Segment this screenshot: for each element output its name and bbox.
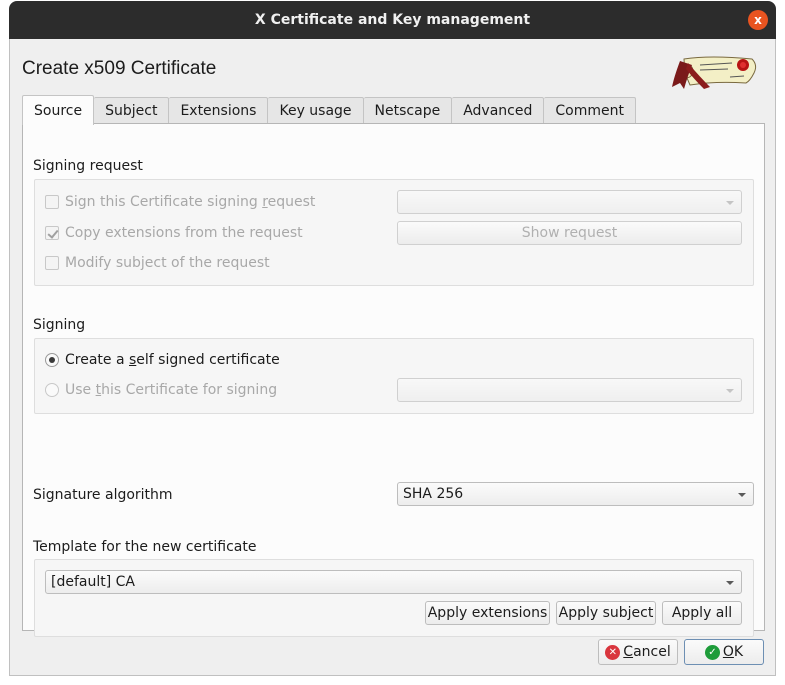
use-cert-radio[interactable] [45, 383, 59, 397]
template-value: [default] CA [51, 574, 135, 590]
chevron-down-icon [738, 493, 746, 497]
request-select[interactable] [397, 190, 742, 214]
signature-algorithm-value: SHA 256 [403, 486, 464, 502]
modify-subject-checkbox[interactable] [45, 256, 59, 270]
chevron-down-icon [726, 389, 734, 393]
apply-extensions-button[interactable]: Apply extensions [425, 601, 550, 625]
signing-cert-select[interactable] [397, 378, 742, 402]
signing-request-group: Sign this Certificate signing request Co… [34, 179, 754, 286]
use-cert-radio-row[interactable]: Use this Certificate for signing [45, 382, 277, 398]
copy-extensions-checkbox[interactable] [45, 226, 59, 240]
self-signed-radio[interactable] [45, 353, 59, 367]
cancel-button[interactable]: ✕ Cancel [598, 639, 678, 665]
copy-extensions-checkbox-row[interactable]: Copy extensions from the request [45, 225, 303, 241]
chevron-down-icon [726, 581, 734, 585]
tab-netscape[interactable]: Netscape [363, 97, 453, 124]
tab-source[interactable]: Source [22, 95, 95, 125]
close-icon: x [754, 13, 762, 27]
use-cert-label: Use this Certificate for signing [65, 382, 278, 398]
apply-subject-button[interactable]: Apply subject [556, 601, 656, 625]
show-request-button[interactable]: Show request [397, 221, 742, 245]
window-titlebar: X Certificate and Key management x [9, 1, 776, 39]
tab-label: Subject [105, 103, 158, 119]
tab-label: Advanced [463, 103, 533, 119]
dialog-window: Create x509 Certificate Source Subject E… [9, 39, 776, 676]
close-button[interactable]: x [748, 10, 768, 30]
certificate-scroll-icon [672, 56, 757, 89]
template-group: [default] CA Apply extensions Apply subj… [34, 559, 754, 637]
tab-label: Netscape [374, 103, 441, 119]
ok-button[interactable]: ✓ OK [684, 639, 764, 665]
self-signed-label: Create a self signed certificate [65, 352, 280, 368]
chevron-down-icon [726, 201, 734, 205]
signing-request-label: Signing request [33, 158, 143, 174]
tab-label: Key usage [279, 103, 352, 119]
template-label: Template for the new certificate [33, 539, 257, 555]
ok-icon: ✓ [704, 644, 720, 660]
sign-csr-checkbox-row[interactable]: Sign this Certificate signing request [45, 194, 315, 210]
tab-subject[interactable]: Subject [94, 97, 170, 124]
tab-label: Source [34, 102, 83, 119]
ok-label: OK [722, 644, 744, 660]
signature-algorithm-select[interactable]: SHA 256 [397, 482, 754, 506]
cancel-label: Cancel [623, 644, 671, 660]
copy-extensions-label: Copy extensions from the request [65, 225, 303, 241]
cancel-icon: ✕ [605, 644, 621, 660]
modify-subject-checkbox-row[interactable]: Modify subject of the request [45, 255, 270, 271]
signature-algorithm-label: Signature algorithm [33, 487, 173, 503]
source-tab-panel: Signing request Sign this Certificate si… [22, 123, 765, 637]
tab-extensions[interactable]: Extensions [169, 97, 269, 124]
signing-label: Signing [33, 317, 86, 333]
sign-csr-checkbox[interactable] [45, 195, 59, 209]
template-select[interactable]: [default] CA [45, 570, 742, 594]
window-title: X Certificate and Key management [254, 12, 531, 28]
self-signed-radio-row[interactable]: Create a self signed certificate [45, 352, 280, 368]
tab-key-usage[interactable]: Key usage [268, 97, 364, 124]
tab-comment[interactable]: Comment [544, 97, 636, 124]
apply-all-button[interactable]: Apply all [662, 601, 742, 625]
modify-subject-label: Modify subject of the request [65, 255, 270, 271]
tab-label: Comment [555, 103, 624, 119]
tab-bar: Source Subject Extensions Key usage Nets… [22, 95, 636, 125]
dialog-title: Create x509 Certificate [22, 58, 217, 79]
signing-group: Create a self signed certificate Use thi… [34, 338, 754, 414]
sign-csr-label: Sign this Certificate signing request [65, 194, 316, 210]
tab-advanced[interactable]: Advanced [452, 97, 545, 124]
tab-label: Extensions [180, 103, 257, 119]
